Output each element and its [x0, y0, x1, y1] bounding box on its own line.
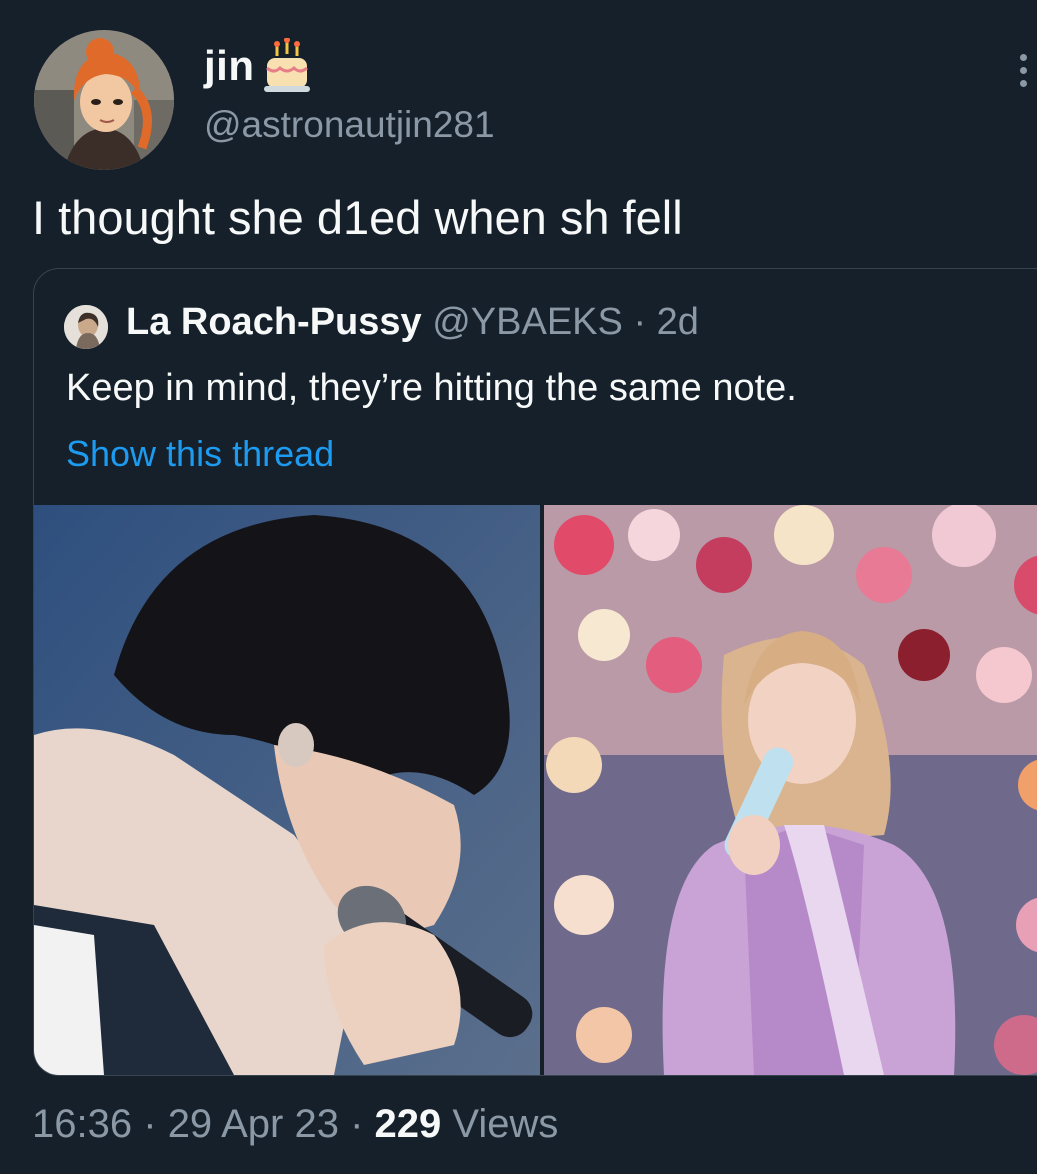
views-count[interactable]: 229	[375, 1102, 442, 1146]
author-handle[interactable]: @astronautjin281	[204, 104, 495, 146]
quoted-handle[interactable]: @YBAEKS	[432, 301, 623, 343]
tweet-date[interactable]: 29 Apr 23	[168, 1102, 339, 1146]
views-label[interactable]: Views	[452, 1102, 558, 1146]
more-options-icon[interactable]	[1016, 54, 1032, 90]
quoted-author-avatar[interactable]	[64, 305, 108, 349]
quoted-timestamp[interactable]: 2d	[657, 301, 699, 343]
quoted-display-name[interactable]: La Roach-Pussy	[126, 301, 422, 343]
quoted-header: La Roach-Pussy @YBAEKS · 2d	[126, 301, 699, 344]
separator-dot: ·	[350, 1102, 364, 1146]
quoted-tweet-text: Keep in mind, they’re hitting the same n…	[66, 367, 797, 409]
tweet-metadata: 16:36 · 29 Apr 23 · 229 Views	[32, 1102, 558, 1147]
author-display-name[interactable]: jin	[204, 42, 255, 90]
media-photo-right[interactable]	[544, 505, 1037, 1075]
tweet-time[interactable]: 16:36	[32, 1102, 132, 1146]
show-thread-link[interactable]: Show this thread	[66, 433, 334, 475]
separator-dot: ·	[143, 1102, 157, 1146]
separator-dot: ·	[633, 301, 647, 343]
tweet-text: I thought she d1ed when sh fell	[32, 191, 683, 244]
media-photo-left[interactable]	[34, 505, 540, 1075]
media-grid	[34, 505, 1037, 1075]
author-avatar[interactable]	[34, 30, 174, 170]
quoted-tweet-card[interactable]: La Roach-Pussy @YBAEKS · 2d Keep in mind…	[33, 268, 1037, 1076]
birthday-cake-icon	[264, 38, 310, 92]
